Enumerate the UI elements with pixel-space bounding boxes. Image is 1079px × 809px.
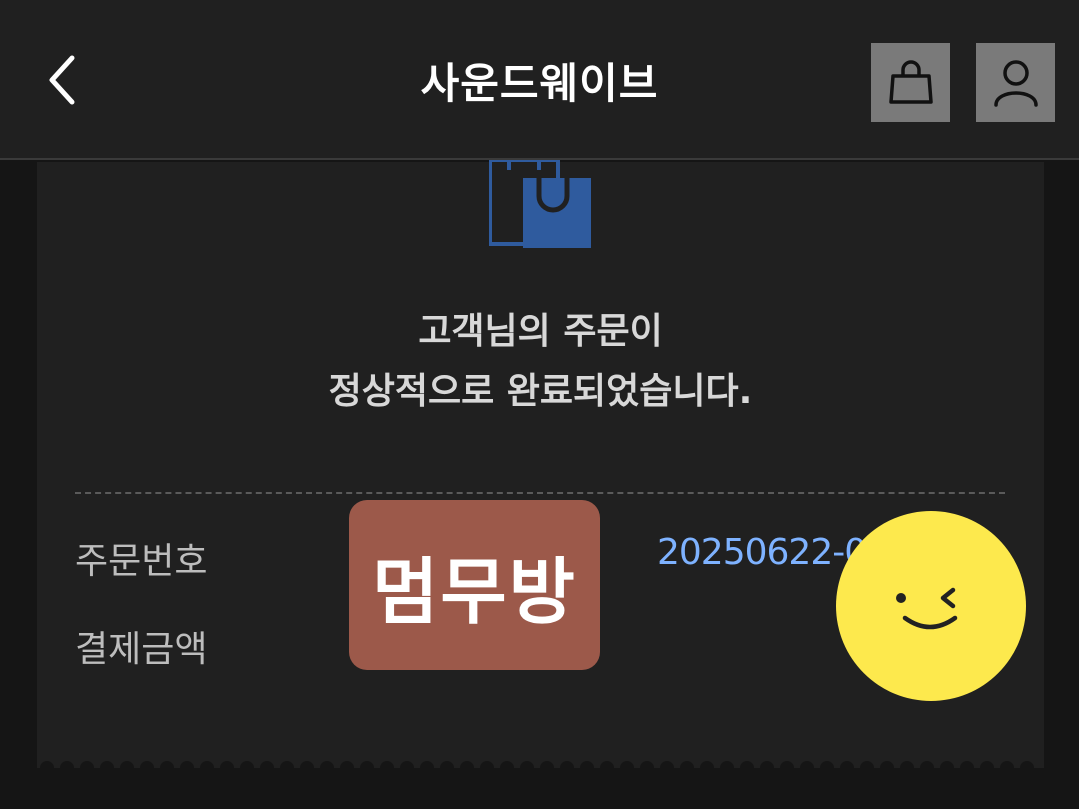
- shopping-bag-icon: [888, 59, 933, 104]
- app-header: 사운드웨이브: [0, 0, 1079, 160]
- order-number-label: 주문번호: [75, 541, 208, 582]
- confirmation-message: 고객님의 주문이 정상적으로 완료되었습니다.: [37, 302, 1044, 422]
- dashed-divider: [75, 492, 1005, 494]
- receipt-scallop-edge: [37, 754, 1044, 768]
- user-button[interactable]: [976, 43, 1055, 122]
- order-complete-card: 고객님의 주문이 정상적으로 완료되었습니다. 주문번호 결제금액 202506…: [37, 160, 1044, 757]
- message-line-1: 고객님의 주문이: [418, 311, 663, 352]
- user-icon: [993, 59, 1038, 107]
- cart-button[interactable]: [871, 43, 950, 122]
- redaction-sticker: 멈무방: [349, 500, 600, 670]
- shopping-bag-icon: [489, 160, 591, 248]
- message-line-2: 정상적으로 완료되었습니다.: [328, 371, 753, 412]
- wink-face-icon: [836, 511, 1026, 701]
- payment-amount-label: 결제금액: [75, 629, 208, 670]
